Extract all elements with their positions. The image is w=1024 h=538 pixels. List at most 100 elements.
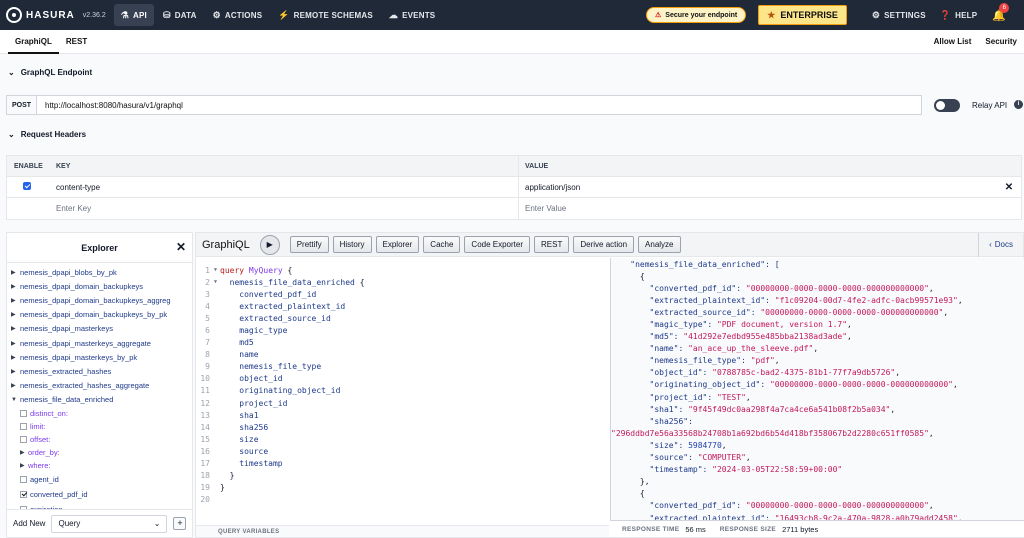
nav-item-label: ACTIONS: [224, 10, 263, 20]
nav-item-data[interactable]: ⛁ DATA: [156, 4, 204, 26]
prettify-button[interactable]: Prettify: [289, 236, 329, 253]
rest-button[interactable]: REST: [534, 236, 570, 253]
explorer-root-field[interactable]: ▶ nemesis_dpapi_masterkeys: [7, 322, 192, 336]
query-field: converted_pdf_id: [239, 289, 317, 299]
explorer-argument[interactable]: limit:: [7, 420, 192, 433]
explorer-argument[interactable]: ▶ order_by:: [7, 446, 192, 459]
nav-item-api[interactable]: ⚗ API: [113, 4, 154, 26]
headers-table-head: ENABLE KEY VALUE: [7, 156, 1021, 177]
secure-endpoint-button[interactable]: ⚠ Secure your endpoint: [646, 7, 747, 23]
new-header-value-input[interactable]: Enter Value: [519, 204, 997, 213]
result-key: object_id: [654, 368, 698, 378]
line-number: 2: [205, 277, 210, 287]
json-token: ":: [702, 320, 717, 330]
add-operation-button[interactable]: +: [173, 517, 187, 530]
tab-allow-list[interactable]: Allow List: [927, 30, 979, 54]
explorer-field-name: nemesis_dpapi_domain_backupkeys_by_pk: [20, 310, 168, 320]
nav-item-remote-schemas[interactable]: ⚡ REMOTE SCHEMAS: [271, 4, 380, 26]
result-value: "PDF document, version 1.7": [716, 320, 848, 330]
settings-button[interactable]: ⚙ SETTINGS: [865, 4, 933, 26]
result-value: "f1c09204-00d7-4fe2-adfc-0acb99571e93": [774, 295, 958, 305]
query-variables-toggle[interactable]: QUERY VARIABLES: [196, 525, 609, 537]
explorer-root-field[interactable]: ▶ nemesis_dpapi_domain_backupkeys_by_pk: [7, 308, 192, 322]
explorer-argument[interactable]: offset:: [7, 433, 192, 446]
query-keyword: query: [220, 265, 245, 275]
header-enabled-checkbox[interactable]: [23, 182, 31, 190]
notifications-button[interactable]: 🔔 6: [992, 2, 1010, 22]
explorer-root-field[interactable]: ▶ nemesis_dpapi_masterkeys_aggregate: [7, 336, 192, 350]
result-key: sha1: [654, 404, 674, 414]
argument-checkbox[interactable]: [20, 435, 27, 443]
derive-action-button[interactable]: Derive action: [573, 236, 635, 253]
hasura-logo[interactable]: HASURA v2.36.2: [0, 7, 106, 23]
explorer-subfield[interactable]: agent_id: [7, 472, 192, 487]
tab-rest[interactable]: REST: [59, 30, 94, 54]
result-key: source: [654, 453, 684, 463]
tab-graphiql[interactable]: GraphiQL: [8, 30, 59, 54]
close-icon[interactable]: ✕: [176, 240, 186, 254]
endpoint-url-input[interactable]: http://localhost:8080/hasura/v1/graphql: [37, 101, 183, 110]
explorer-root-field[interactable]: ▶ nemesis_dpapi_domain_backupkeys: [7, 279, 192, 293]
tab-security[interactable]: Security: [978, 30, 1024, 54]
result-line: " converted_pdf_id ": "00000000-0000-0000-…: [611, 282, 1024, 294]
json-token: },: [639, 477, 650, 487]
explorer-field-name: nemesis_extracted_hashes_aggregate: [20, 381, 150, 391]
query-editor[interactable]: 1 ▼ query MyQuery {2 ▼ nemesis_file_data_en…: [196, 258, 609, 528]
header-key-input[interactable]: content-type: [49, 177, 519, 197]
analyze-button[interactable]: Analyze: [638, 236, 681, 253]
new-header-key-input[interactable]: Enter Key: [49, 198, 519, 219]
explorer-title: Explorer: [81, 242, 118, 253]
run-query-button[interactable]: ▶: [259, 234, 280, 255]
headers-section-toggle[interactable]: ⌄ Request Headers: [8, 130, 86, 139]
explorer-root-field[interactable]: ▶ nemesis_dpapi_masterkeys_by_pk: [7, 350, 192, 364]
result-key: originating_object_id: [654, 380, 756, 390]
editor-line: 20: [196, 494, 609, 506]
result-line: " project_id ": "TEST",: [611, 391, 1024, 403]
enterprise-button[interactable]: ★ ENTERPRISE: [758, 5, 847, 25]
info-icon[interactable]: i: [1014, 100, 1023, 109]
nav-item-events[interactable]: ☁ EVENTS: [382, 4, 442, 26]
field-checkbox[interactable]: [20, 475, 27, 483]
nav-item-label: REMOTE SCHEMAS: [293, 10, 373, 20]
result-line: " extracted_plaintext_id ": "f1c09204-00d7…: [611, 294, 1024, 306]
json-token: {: [639, 271, 645, 281]
result-line: " originating_object_id ": "00000000-0000-…: [611, 379, 1024, 391]
explorer-argument[interactable]: distinct_on:: [7, 407, 192, 420]
relay-api-toggle[interactable]: [934, 99, 960, 112]
cache-button[interactable]: Cache: [423, 236, 461, 253]
editor-line: 8 name: [196, 349, 609, 361]
explorer-root-field[interactable]: ▼ nemesis_file_data_enriched: [7, 393, 192, 407]
remove-header-icon[interactable]: ✕: [997, 182, 1021, 193]
result-value: "00000000-0000-0000-0000-000000000000": [745, 501, 929, 511]
field-checkbox[interactable]: [20, 490, 27, 498]
help-button[interactable]: ❓ HELP: [933, 4, 985, 26]
endpoint-section-toggle[interactable]: ⌄ GraphQL Endpoint: [8, 68, 92, 77]
nav-item-actions[interactable]: ⚙ ACTIONS: [206, 4, 270, 26]
header-value-input[interactable]: application/json: [519, 183, 997, 192]
code-exporter-button[interactable]: Code Exporter: [464, 236, 531, 253]
graphiql-toolbar: GraphiQL ▶ Prettify History Explorer Cache C…: [196, 232, 1023, 257]
code-token: }: [220, 483, 225, 493]
explorer-subfield[interactable]: converted_pdf_id: [7, 487, 192, 502]
explorer-root-field[interactable]: ▶ nemesis_dpapi_domain_backupkeys_aggreg: [7, 293, 192, 307]
http-method: POST: [7, 96, 37, 114]
result-line: " md5 ": "41d292e7edbd955e485bba2138ad3ade…: [611, 331, 1024, 343]
argument-checkbox[interactable]: [20, 409, 27, 417]
explorer-root-field[interactable]: ▶ nemesis_dpapi_blobs_by_pk: [7, 265, 192, 279]
explorer-root-field[interactable]: ▶ nemesis_extracted_hashes_aggregate: [7, 379, 192, 393]
explorer-root-field[interactable]: ▶ nemesis_extracted_hashes: [7, 364, 192, 378]
docs-button[interactable]: ‹ Docs: [978, 232, 1023, 257]
explorer-button[interactable]: Explorer: [375, 236, 420, 253]
argument-checkbox[interactable]: [20, 422, 27, 430]
explorer-field-name: nemesis_dpapi_blobs_by_pk: [20, 267, 117, 277]
history-button[interactable]: History: [332, 236, 372, 253]
result-value: 5984770: [688, 440, 722, 450]
operation-type-select[interactable]: Query ⌄: [51, 514, 168, 533]
json-token: ":: [731, 501, 746, 511]
json-token: ,: [847, 320, 852, 330]
explorer-argument[interactable]: ▶ where:: [7, 459, 192, 472]
